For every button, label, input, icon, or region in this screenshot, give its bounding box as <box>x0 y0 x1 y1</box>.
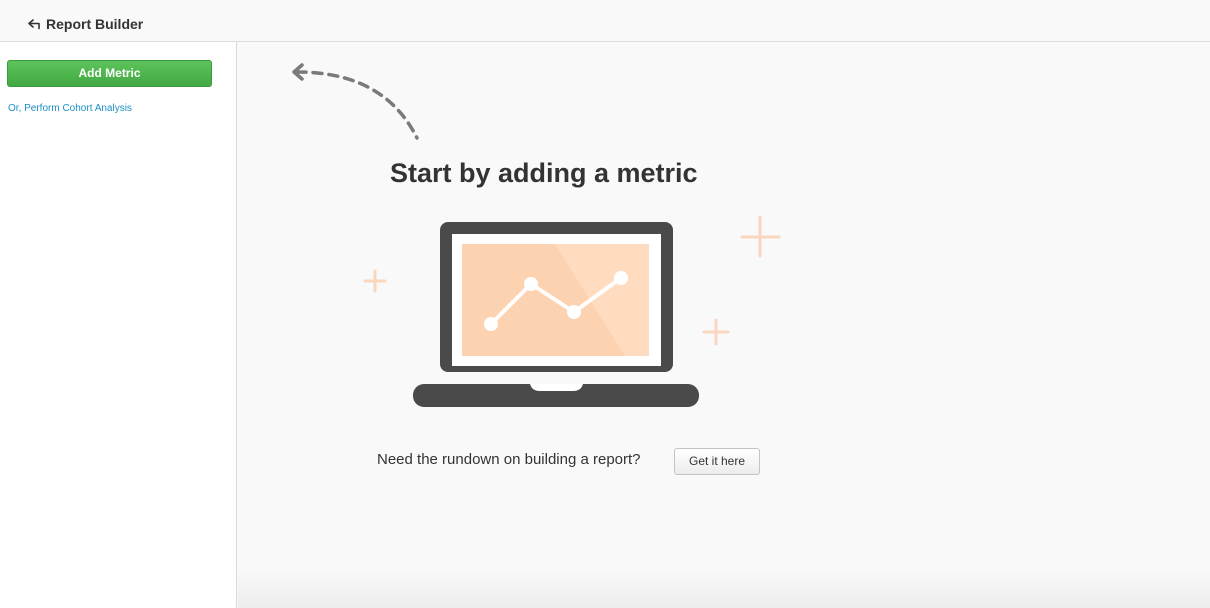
page-title: Report Builder <box>46 16 144 32</box>
empty-state-heading: Start by adding a metric <box>390 158 698 188</box>
help-text: Need the rundown on building a report? <box>377 451 641 468</box>
sparkle-icon <box>702 318 730 346</box>
get-it-here-button[interactable]: Get it here <box>674 448 760 475</box>
laptop-chart-icon <box>363 215 781 407</box>
back-to-reports-link[interactable]: Report Builder <box>28 14 143 34</box>
sparkle-icon <box>740 215 781 258</box>
sparkle-icon <box>363 269 387 293</box>
add-metric-button[interactable]: Add Metric <box>7 60 212 87</box>
top-bar: Report Builder <box>0 0 1210 42</box>
sidebar: Add Metric Or, Perform Cohort Analysis <box>0 42 237 608</box>
back-arrow-icon <box>28 19 40 30</box>
bottom-shade <box>238 568 1210 608</box>
cohort-analysis-link[interactable]: Or, Perform Cohort Analysis <box>8 103 132 114</box>
dashed-curved-arrow-icon <box>292 63 419 140</box>
